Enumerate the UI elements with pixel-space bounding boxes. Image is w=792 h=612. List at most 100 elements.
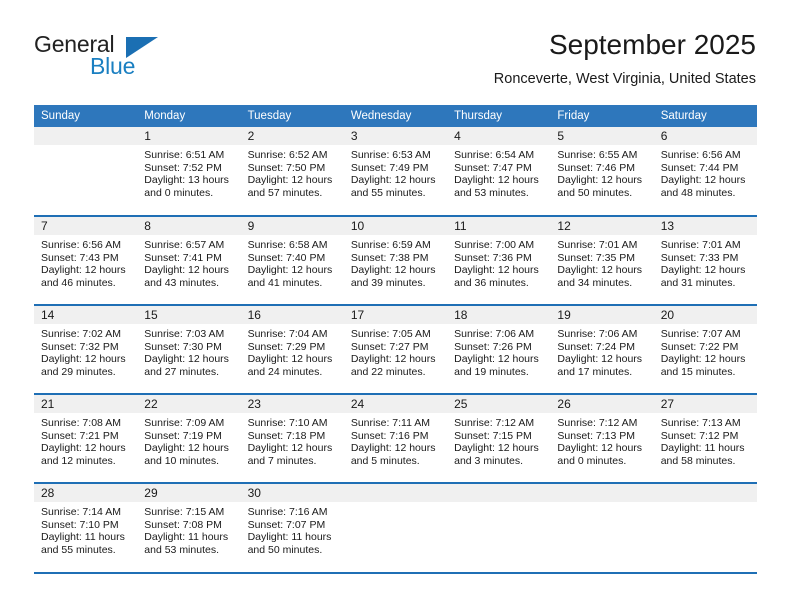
sunset-text: Sunset: 7:33 PM <box>660 251 739 264</box>
sunrise-text: Sunrise: 7:01 AM <box>557 239 638 251</box>
day-number: 29 <box>137 484 241 502</box>
day-info: Sunrise: 7:12 AM Sunset: 7:13 PM Daylight:… <box>550 413 653 467</box>
day-number: 6 <box>653 127 757 145</box>
calendar-day-cell[interactable]: 28 Sunrise: 7:14 AM Sunset: 7:10 PM Dayligh… <box>34 482 138 572</box>
calendar-day-cell[interactable]: 21 Sunrise: 7:08 AM Sunset: 7:21 PM Dayligh… <box>34 393 138 483</box>
daylight-text-line2: and 53 minutes. <box>144 543 219 556</box>
page-header: General Blue September 2025 Ronceverte, … <box>0 0 792 87</box>
calendar-week-row: 1 Sunrise: 6:51 AM Sunset: 7:52 PM Daylight… <box>34 127 757 216</box>
daylight-text-line2: and 15 minutes. <box>660 365 736 378</box>
weekday-header-thursday: Thursday <box>447 105 551 127</box>
calendar-day-cell[interactable]: 3 Sunrise: 6:53 AM Sunset: 7:49 PM Daylight… <box>343 127 448 216</box>
calendar-week-row: 14 Sunrise: 7:02 AM Sunset: 7:32 PM Dayligh… <box>34 304 757 394</box>
calendar-day-cell-empty <box>550 482 654 572</box>
calendar-day-cell[interactable]: 12 Sunrise: 7:01 AM Sunset: 7:35 PM Dayligh… <box>550 215 654 305</box>
daylight-text-line2: and 12 minutes. <box>41 454 116 467</box>
calendar-day-cell[interactable]: 25 Sunrise: 7:12 AM Sunset: 7:15 PM Dayligh… <box>447 393 551 483</box>
calendar-day-cell[interactable]: 15 Sunrise: 7:03 AM Sunset: 7:30 PM Dayligh… <box>137 304 241 394</box>
calendar-day-cell[interactable]: 16 Sunrise: 7:04 AM Sunset: 7:29 PM Dayligh… <box>240 304 344 394</box>
calendar-day-cell[interactable]: 7 Sunrise: 6:56 AM Sunset: 7:43 PM Daylight… <box>34 215 138 305</box>
calendar-day-cell[interactable]: 29 Sunrise: 7:15 AM Sunset: 7:08 PM Dayligh… <box>137 482 241 572</box>
calendar-day-cell[interactable]: 14 Sunrise: 7:02 AM Sunset: 7:32 PM Dayligh… <box>34 304 138 394</box>
calendar-day-cell[interactable]: 19 Sunrise: 7:06 AM Sunset: 7:24 PM Dayligh… <box>550 304 654 394</box>
daylight-text-line1: Daylight: 11 hours <box>247 531 332 544</box>
calendar-day-cell[interactable]: 30 Sunrise: 7:16 AM Sunset: 7:07 PM Dayligh… <box>240 482 344 572</box>
sunset-text: Sunset: 7:12 PM <box>660 429 739 442</box>
calendar-day-cell[interactable]: 4 Sunrise: 6:54 AM Sunset: 7:47 PM Daylight… <box>447 127 551 216</box>
calendar-day-cell-empty <box>343 482 448 572</box>
calendar-day-cell[interactable]: 9 Sunrise: 6:58 AM Sunset: 7:40 PM Daylight… <box>240 215 344 305</box>
calendar-day-cell[interactable]: 1 Sunrise: 6:51 AM Sunset: 7:52 PM Daylight… <box>137 127 241 216</box>
day-number: 19 <box>550 306 654 324</box>
day-info: Sunrise: 7:01 AM Sunset: 7:33 PM Daylight:… <box>654 235 757 289</box>
general-blue-logo[interactable]: General Blue <box>34 33 194 85</box>
sunrise-text: Sunrise: 6:58 AM <box>247 239 328 251</box>
calendar-day-cell[interactable]: 23 Sunrise: 7:10 AM Sunset: 7:18 PM Dayligh… <box>240 393 344 483</box>
weekday-header-sunday: Sunday <box>34 105 138 127</box>
sunrise-text: Sunrise: 7:05 AM <box>350 328 431 340</box>
daylight-text-line1: Daylight: 12 hours <box>247 264 333 277</box>
daylight-text-line2: and 31 minutes. <box>660 276 736 289</box>
sunset-text: Sunset: 7:38 PM <box>350 251 429 264</box>
day-number: 16 <box>240 306 344 324</box>
page-title: September 2025 <box>548 29 756 60</box>
day-number: 27 <box>653 395 757 413</box>
daylight-text-line1: Daylight: 12 hours <box>350 353 436 366</box>
daylight-text-line2: and 22 minutes. <box>350 365 426 378</box>
calendar-day-cell[interactable]: 11 Sunrise: 7:00 AM Sunset: 7:36 PM Dayligh… <box>447 215 551 305</box>
daylight-text-line2: and 29 minutes. <box>41 365 116 378</box>
calendar-day-cell[interactable]: 8 Sunrise: 6:57 AM Sunset: 7:41 PM Daylight… <box>137 215 241 305</box>
day-info: Sunrise: 7:00 AM Sunset: 7:36 PM Daylight:… <box>447 235 550 289</box>
calendar-day-cell[interactable]: 17 Sunrise: 7:05 AM Sunset: 7:27 PM Dayligh… <box>343 304 448 394</box>
daylight-text-line1: Daylight: 12 hours <box>557 353 643 366</box>
daylight-text-line2: and 0 minutes. <box>144 186 214 199</box>
day-info: Sunrise: 6:52 AM Sunset: 7:50 PM Daylight:… <box>241 145 344 199</box>
daylight-text-line1: Daylight: 11 hours <box>660 442 745 455</box>
daylight-text-line1: Daylight: 12 hours <box>660 353 746 366</box>
calendar-day-cell[interactable]: 13 Sunrise: 7:01 AM Sunset: 7:33 PM Dayligh… <box>653 215 757 305</box>
calendar-day-cell[interactable]: 5 Sunrise: 6:55 AM Sunset: 7:46 PM Daylight… <box>550 127 654 216</box>
title-block: September 2025 Ronceverte, West Virginia… <box>494 28 756 88</box>
sunset-text: Sunset: 7:44 PM <box>660 161 739 174</box>
daylight-text-line2: and 46 minutes. <box>41 276 116 289</box>
day-info: Sunrise: 7:06 AM Sunset: 7:26 PM Daylight:… <box>447 324 550 378</box>
day-number: 22 <box>137 395 241 413</box>
calendar-day-cell[interactable]: 18 Sunrise: 7:06 AM Sunset: 7:26 PM Dayligh… <box>447 304 551 394</box>
sunset-text: Sunset: 7:49 PM <box>350 161 429 174</box>
daylight-text-line1: Daylight: 12 hours <box>557 442 643 455</box>
calendar-day-cell[interactable]: 22 Sunrise: 7:09 AM Sunset: 7:19 PM Dayligh… <box>137 393 241 483</box>
sunrise-text: Sunrise: 7:10 AM <box>247 417 328 429</box>
day-number: 23 <box>240 395 344 413</box>
daylight-text-line1: Daylight: 12 hours <box>454 442 539 455</box>
calendar-day-cell[interactable]: 10 Sunrise: 6:59 AM Sunset: 7:38 PM Dayligh… <box>343 215 448 305</box>
day-info: Sunrise: 6:57 AM Sunset: 7:41 PM Daylight:… <box>137 235 240 289</box>
sunset-text: Sunset: 7:47 PM <box>454 161 532 174</box>
calendar-day-cell[interactable]: 2 Sunrise: 6:52 AM Sunset: 7:50 PM Daylight… <box>240 127 344 216</box>
calendar-day-cell[interactable]: 27 Sunrise: 7:13 AM Sunset: 7:12 PM Dayligh… <box>653 393 757 483</box>
day-info: Sunrise: 7:16 AM Sunset: 7:07 PM Daylight:… <box>241 502 344 556</box>
sunrise-text: Sunrise: 7:12 AM <box>454 417 535 429</box>
day-number: 14 <box>34 306 138 324</box>
daylight-text-line1: Daylight: 12 hours <box>660 174 746 187</box>
sunrise-text: Sunrise: 7:13 AM <box>660 417 741 429</box>
sunset-text: Sunset: 7:43 PM <box>41 251 119 264</box>
sunrise-text: Sunrise: 6:56 AM <box>41 239 121 251</box>
daylight-text-line2: and 57 minutes. <box>247 186 323 199</box>
calendar-day-cell[interactable]: 20 Sunrise: 7:07 AM Sunset: 7:22 PM Dayligh… <box>653 304 757 394</box>
day-number: 3 <box>343 127 448 145</box>
calendar-day-cell[interactable]: 6 Sunrise: 6:56 AM Sunset: 7:44 PM Daylight… <box>653 127 757 216</box>
day-number: 17 <box>343 306 448 324</box>
sunset-text: Sunset: 7:40 PM <box>247 251 326 264</box>
calendar-week-row: 21 Sunrise: 7:08 AM Sunset: 7:21 PM Dayligh… <box>34 393 757 483</box>
sunset-text: Sunset: 7:24 PM <box>557 340 636 353</box>
calendar-day-cell[interactable]: 26 Sunrise: 7:12 AM Sunset: 7:13 PM Dayligh… <box>550 393 654 483</box>
daylight-text-line1: Daylight: 12 hours <box>557 174 643 187</box>
day-number: 28 <box>34 484 138 502</box>
daylight-text-line1: Daylight: 12 hours <box>557 264 643 277</box>
day-number: 10 <box>343 217 448 235</box>
sunrise-text: Sunrise: 7:04 AM <box>247 328 328 340</box>
calendar-day-cell[interactable]: 24 Sunrise: 7:11 AM Sunset: 7:16 PM Dayligh… <box>343 393 448 483</box>
day-info: Sunrise: 7:01 AM Sunset: 7:35 PM Daylight:… <box>550 235 653 289</box>
sunrise-text: Sunrise: 7:09 AM <box>144 417 225 429</box>
day-info: Sunrise: 7:13 AM Sunset: 7:12 PM Daylight:… <box>654 413 757 467</box>
